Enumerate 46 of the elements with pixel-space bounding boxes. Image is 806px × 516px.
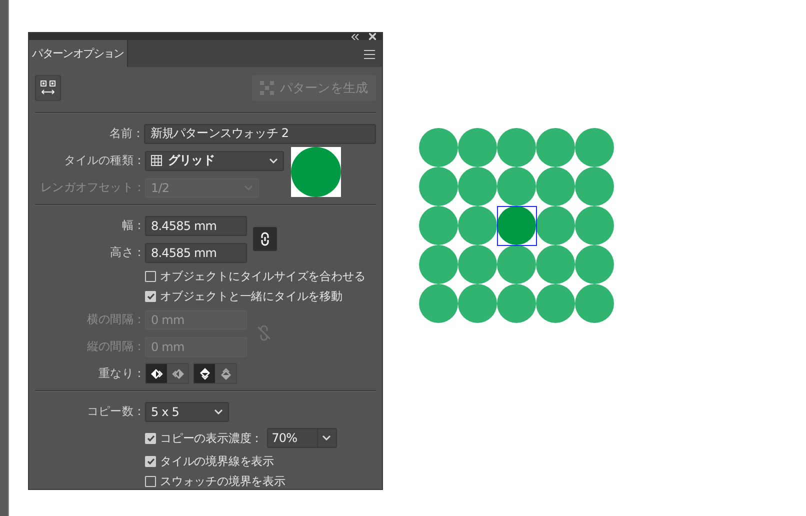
checkbox[interactable] (145, 456, 156, 466)
overlap-button[interactable] (194, 364, 215, 383)
close-icon[interactable] (369, 33, 376, 40)
field-label: 高さ： (109, 245, 145, 260)
checkbox[interactable] (145, 290, 156, 302)
field-label: コピー数： (86, 404, 145, 419)
field-label: 幅： (120, 218, 145, 233)
collapse-icon[interactable] (351, 34, 359, 40)
swatch-preview (291, 147, 341, 197)
panel-tab[interactable]: パターンオプション (29, 40, 128, 67)
checkbox-label: タイルの境界線を表示 (160, 454, 274, 468)
grid-icon (151, 155, 162, 166)
overlap-icon (150, 368, 164, 380)
caret-icon (214, 408, 223, 414)
dropdown[interactable]: 5 x 5 (145, 402, 229, 422)
checkbox-label: コピーの表示濃度： (160, 430, 263, 446)
dropdown[interactable]: グリッド (145, 150, 284, 170)
overlap-button[interactable] (146, 364, 167, 383)
field-label: レンガオフセット： (40, 180, 145, 195)
field-label: 横の間隔： (86, 312, 145, 327)
caret-icon (269, 158, 278, 164)
field-label: 名前： (108, 126, 144, 141)
checker-icon (260, 81, 274, 95)
tile-arrows-icon (39, 80, 57, 96)
link-icon (260, 231, 270, 247)
link-button[interactable] (253, 227, 277, 251)
field-label: 重なり： (98, 366, 145, 381)
checkbox[interactable] (145, 476, 156, 486)
caret-icon (322, 435, 332, 441)
field-label: 縦の間隔： (86, 339, 145, 354)
field-label: タイルの種類： (62, 153, 145, 168)
edit-tile-button[interactable] (35, 75, 61, 101)
checkbox-label: オブジェクトにタイルサイズを合わせる (160, 268, 366, 284)
checkbox[interactable] (145, 270, 156, 282)
input-field[interactable]: 新規パターンスウォッチ 2 (144, 124, 376, 144)
overlap-icon (170, 368, 184, 380)
checkbox-label: スウォッチの境界を表示 (160, 474, 286, 488)
unlink-icon (257, 324, 271, 342)
input-field[interactable]: 8.4585 mm (145, 216, 247, 236)
dropdown[interactable]: 70% (266, 428, 337, 448)
overlap-icon (218, 368, 232, 380)
overlap-icon (198, 368, 212, 380)
menu-icon[interactable] (364, 50, 375, 59)
checkbox[interactable] (145, 432, 156, 444)
input-field[interactable]: 8.4585 mm (145, 242, 247, 262)
checkbox-label: オブジェクトと一緒にタイルを移動 (160, 288, 342, 304)
